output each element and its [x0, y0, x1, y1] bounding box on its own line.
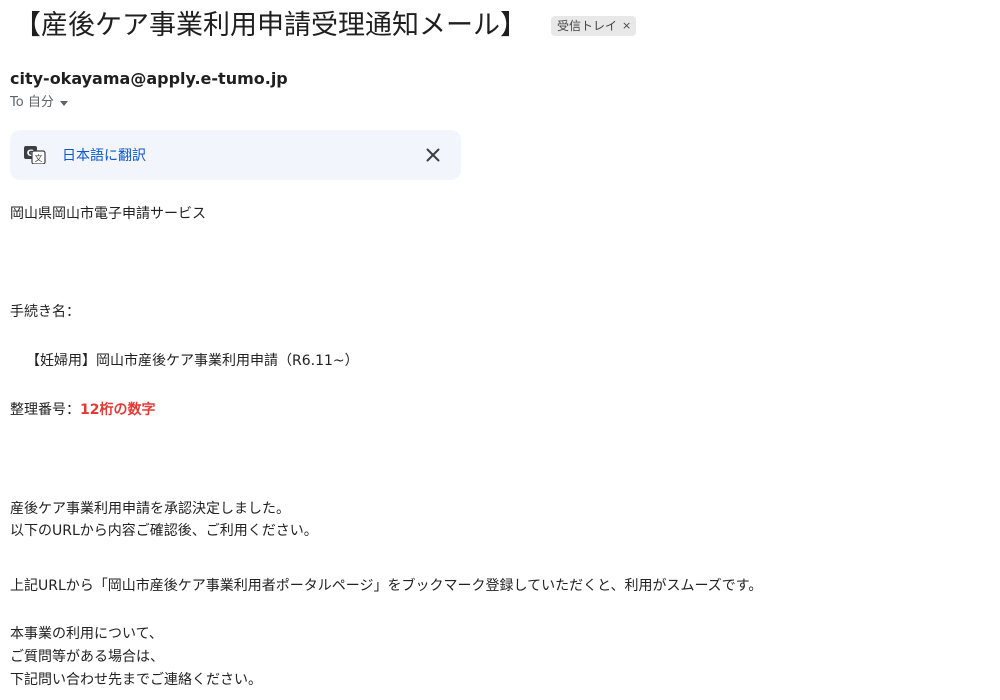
body-procedure-label: 手続き名：: [10, 304, 80, 320]
label-chip-text: 受信トレイ: [557, 19, 618, 33]
label-chip-inbox[interactable]: 受信トレイ ×: [551, 16, 637, 36]
google-translate-icon: G 文: [24, 146, 46, 165]
body-reference-number: 整理番号：12桁の数字: [10, 400, 155, 420]
body-contact-line-3: 下記問い合わせ先までご連絡ください。: [10, 672, 262, 688]
reference-label: 整理番号：: [10, 402, 80, 418]
email-subject: 【産後ケア事業利用申請受理通知メール】: [14, 10, 527, 41]
recipient-text: To 自分: [10, 95, 54, 110]
translate-to-japanese-link[interactable]: 日本語に翻訳: [62, 145, 146, 165]
body-procedure-name: 【妊婦用】岡山市産後ケア事業利用申請（R6.11~）: [26, 353, 359, 369]
sender-address[interactable]: city-okayama@apply.e-tumo.jp: [10, 68, 288, 90]
close-icon[interactable]: [423, 145, 443, 165]
body-service-name: 岡山県岡山市電子申請サービス: [10, 206, 206, 222]
subject-row: 【産後ケア事業利用申請受理通知メール】 受信トレイ ×: [14, 6, 637, 46]
body-bookmark-line: 上記URLから「岡山市産後ケア事業利用者ポータルページ」をブックマーク登録してい…: [10, 578, 763, 594]
svg-text:文: 文: [35, 153, 43, 163]
recipient-row: To 自分: [10, 94, 68, 112]
body-approved-line-2: 以下のURLから内容ご確認後、ご利用ください。: [10, 523, 318, 539]
body-contact-line-1: 本事業の利用について、: [10, 626, 163, 642]
label-chip-remove-button[interactable]: ×: [622, 17, 631, 35]
reference-value: 12桁の数字: [80, 402, 156, 418]
translate-bar: G 文 日本語に翻訳: [10, 130, 461, 180]
caret-down-icon[interactable]: [59, 100, 68, 106]
body-approved-line-1: 産後ケア事業利用申請を承認決定しました。: [10, 501, 290, 517]
body-contact-line-2: ご質問等がある場合は、: [10, 649, 164, 665]
email-view: 【産後ケア事業利用申請受理通知メール】 受信トレイ × city-okayama…: [0, 0, 1000, 700]
